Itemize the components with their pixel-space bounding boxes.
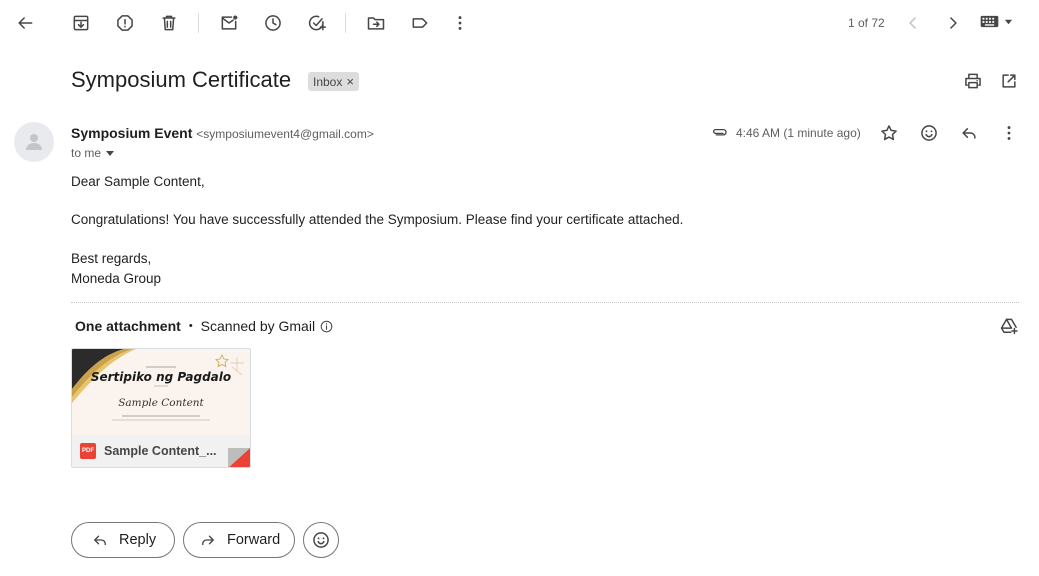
snooze-button[interactable] [259,9,287,37]
attachment-footer: PDF Sample Content_... [72,435,250,467]
emoji-icon [921,125,937,141]
add-to-drive-button[interactable] [995,312,1023,340]
archive-icon [73,15,89,31]
older-button[interactable] [939,9,967,37]
email-timestamp: 4:46 AM (1 minute ago) [736,126,861,140]
certificate-preview: Sertipiko ng Pagdalo Sample Content [72,349,250,435]
certificate-decoration [72,349,244,421]
input-tools-button[interactable] [980,15,1013,28]
toolbar-divider [198,13,199,33]
scanned-label: Scanned by Gmail [200,318,316,334]
attachment-count: One attachment [75,318,181,334]
inbox-label-badge: Inbox × [308,72,359,91]
message-more-button[interactable] [995,119,1023,147]
attachment-indicator [711,124,729,147]
sender-avatar[interactable] [14,122,54,162]
trash-icon [162,15,176,31]
email-paragraph: Congratulations! You have successfully a… [71,212,684,227]
keyboard-icon [980,15,999,28]
email-subject: Symposium Certificate [71,67,292,92]
open-new-window-button[interactable] [995,67,1023,95]
more-vert-icon [1007,126,1011,140]
report-spam-icon [117,15,133,31]
print-all-button[interactable] [959,67,987,95]
emoji-icon [313,532,329,548]
mark-unread-button[interactable] [215,9,243,37]
add-task-icon [308,15,327,31]
caret-down-icon [106,151,115,156]
delete-button[interactable] [155,9,183,37]
attachment-filename: Sample Content_... [104,444,217,458]
chevron-left-icon [909,17,916,29]
email-signature: Moneda Group [71,271,162,286]
move-to-button[interactable] [362,9,390,37]
reply-label: Reply [119,532,157,548]
star-icon [881,125,897,141]
certificate-title: Sertipiko ng Pagdalo [90,370,232,384]
reply-button[interactable]: Reply [71,522,175,558]
sender-line: Symposium Event <symposiumevent4@gmail.c… [71,125,374,141]
sender-name[interactable]: Symposium Event [71,125,192,141]
report-spam-button[interactable] [111,9,139,37]
attachments-heading: One attachment • Scanned by Gmail [75,318,334,334]
recipient-details-toggle[interactable]: to me [71,146,115,160]
inbox-label-text: Inbox [313,74,343,89]
archive-button[interactable] [67,9,95,37]
print-icon [965,73,981,89]
add-reaction-button[interactable] [915,119,943,147]
add-task-button[interactable] [303,9,331,37]
toolbar-divider [345,13,346,33]
attachments-divider [71,302,1019,303]
bullet-separator: • [188,320,193,332]
mark-unread-icon [221,15,238,30]
forward-button[interactable]: Forward [183,522,295,558]
attachment-card[interactable]: Sertipiko ng Pagdalo Sample Content PDF … [71,348,251,468]
email-closing: Best regards, [71,251,152,266]
more-options-button[interactable] [446,9,474,37]
label-icon [412,18,428,28]
drive-add-icon [1000,318,1018,335]
labels-button[interactable] [406,9,434,37]
pdf-icon: PDF [80,443,96,459]
pager-count: 1 of 72 [848,16,885,30]
reply-icon-button[interactable] [955,119,983,147]
open-in-new-icon [1002,74,1016,88]
reply-icon [962,128,976,139]
chevron-right-icon [950,17,957,29]
reply-icon [94,535,106,546]
forward-icon [202,535,214,546]
star-button[interactable] [875,119,903,147]
clock-icon [265,15,281,31]
email-greeting: Dear Sample Content, [71,174,205,189]
paperclip-icon [712,128,727,136]
emoji-reaction-button[interactable] [303,522,339,558]
to-me-label: to me [71,146,102,160]
certificate-recipient: Sample Content [118,397,204,409]
info-icon[interactable] [319,319,334,334]
back-button[interactable] [11,9,39,37]
remove-label-button[interactable]: × [346,75,354,88]
newer-button[interactable] [899,9,927,37]
forward-label: Forward [227,532,281,548]
arrow-back-icon [18,17,33,29]
move-to-icon [367,17,385,30]
more-vert-icon [458,16,462,30]
dropdown-arrow-icon [1004,19,1013,25]
sender-email: <symposiumevent4@gmail.com> [196,127,374,141]
page-fold-icon [228,448,250,467]
person-icon [26,134,42,150]
